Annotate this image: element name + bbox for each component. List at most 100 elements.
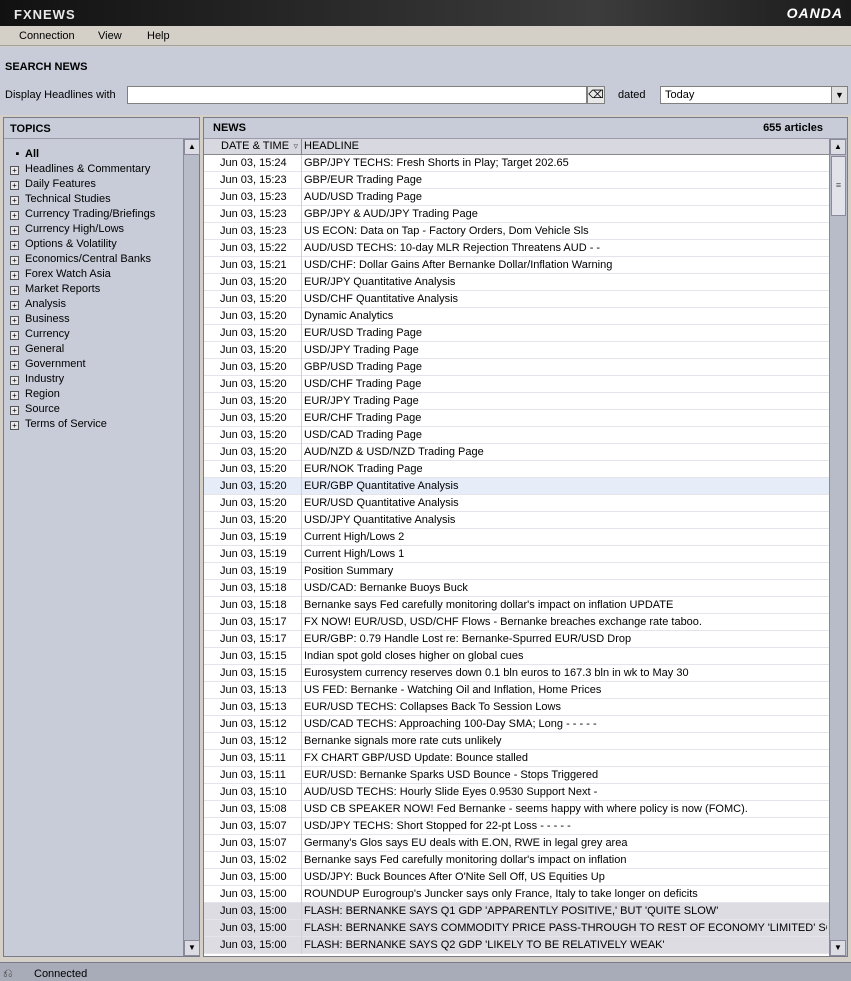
- topic-item[interactable]: + Terms of Service: [4, 417, 184, 432]
- expand-icon[interactable]: +: [10, 211, 19, 220]
- expand-icon[interactable]: +: [10, 241, 19, 250]
- expand-icon[interactable]: +: [10, 301, 19, 310]
- scroll-down-icon[interactable]: ▼: [184, 940, 200, 956]
- topic-item[interactable]: + Government: [4, 357, 184, 372]
- news-row[interactable]: Jun 03, 15:11 EUR/USD: Bernanke Sparks US…: [204, 767, 829, 784]
- topic-item[interactable]: + Source: [4, 402, 184, 417]
- news-row[interactable]: Jun 03, 15:02 Bernanke says Fed carefully…: [204, 852, 829, 869]
- topic-item[interactable]: + Business: [4, 312, 184, 327]
- topic-item[interactable]: + Currency Trading/Briefings: [4, 207, 184, 222]
- news-row[interactable]: Jun 03, 15:24 GBP/JPY TECHS: Fresh Shorts…: [204, 155, 829, 172]
- news-row[interactable]: Jun 03, 15:15 Eurosystem currency reserve…: [204, 665, 829, 682]
- topic-item[interactable]: + Region: [4, 387, 184, 402]
- news-row[interactable]: Jun 03, 15:20 EUR/JPY Quantitative Analys…: [204, 274, 829, 291]
- news-row[interactable]: Jun 03, 15:11 FX CHART GBP/USD Update: Bo…: [204, 750, 829, 767]
- menu-help[interactable]: Help: [147, 30, 170, 42]
- clear-search-icon[interactable]: ⌫: [587, 86, 605, 104]
- news-row[interactable]: Jun 03, 15:00 ROUNDUP Eurogroup's Juncker…: [204, 886, 829, 903]
- news-row[interactable]: Jun 03, 15:23 GBP/EUR Trading Page: [204, 172, 829, 189]
- expand-icon[interactable]: +: [10, 181, 19, 190]
- dated-select[interactable]: Today ▼: [660, 86, 848, 104]
- news-row[interactable]: Jun 03, 15:20 Dynamic Analytics: [204, 308, 829, 325]
- news-row[interactable]: Jun 03, 15:20 USD/JPY Quantitative Analys…: [204, 512, 829, 529]
- news-row[interactable]: Jun 03, 15:00 FLASH: BERNANKE SAYS Q1 GDP…: [204, 903, 829, 920]
- expand-icon[interactable]: +: [10, 226, 19, 235]
- column-headline[interactable]: HEADLINE: [304, 139, 359, 154]
- news-row[interactable]: Jun 03, 15:20 EUR/USD Trading Page: [204, 325, 829, 342]
- expand-icon[interactable]: +: [10, 316, 19, 325]
- expand-icon[interactable]: +: [10, 421, 19, 430]
- menu-view[interactable]: View: [98, 30, 122, 42]
- news-row[interactable]: Jun 03, 15:07 USD/JPY TECHS: Short Stoppe…: [204, 818, 829, 835]
- news-row[interactable]: Jun 03, 15:00 FLASH: BERNANKE SAYS COMMOD…: [204, 920, 829, 937]
- expand-icon[interactable]: +: [10, 256, 19, 265]
- news-row[interactable]: Jun 03, 15:20 EUR/GBP Quantitative Analys…: [204, 478, 829, 495]
- news-row[interactable]: Jun 03, 15:20 EUR/JPY Trading Page: [204, 393, 829, 410]
- scroll-down-icon[interactable]: ▼: [830, 940, 846, 956]
- news-row[interactable]: Jun 03, 15:21 USD/CHF: Dollar Gains After…: [204, 257, 829, 274]
- topic-item[interactable]: + Market Reports: [4, 282, 184, 297]
- news-row[interactable]: Jun 03, 15:00 FLASH: BERNANKE SAYS Q2 GDP…: [204, 937, 829, 954]
- news-row[interactable]: Jun 03, 15:22 AUD/USD TECHS: 10-day MLR R…: [204, 240, 829, 257]
- topic-item[interactable]: + General: [4, 342, 184, 357]
- topic-item[interactable]: + Economics/Central Banks: [4, 252, 184, 267]
- news-row[interactable]: Jun 03, 15:20 USD/JPY Trading Page: [204, 342, 829, 359]
- news-row[interactable]: Jun 03, 15:20 GBP/USD Trading Page: [204, 359, 829, 376]
- expand-icon[interactable]: +: [10, 196, 19, 205]
- news-row[interactable]: Jun 03, 15:20 EUR/CHF Trading Page: [204, 410, 829, 427]
- news-row[interactable]: Jun 03, 15:19 Current High/Lows 2: [204, 529, 829, 546]
- news-row[interactable]: Jun 03, 15:19 Position Summary: [204, 563, 829, 580]
- news-row[interactable]: Jun 03, 15:00 USD/JPY: Buck Bounces After…: [204, 869, 829, 886]
- expand-icon[interactable]: +: [10, 166, 19, 175]
- scroll-up-icon[interactable]: ▲: [184, 139, 200, 155]
- search-input[interactable]: [127, 86, 587, 104]
- expand-icon[interactable]: +: [10, 391, 19, 400]
- column-date-time[interactable]: DATE & TIME ▿: [204, 139, 302, 155]
- expand-icon[interactable]: +: [10, 331, 19, 340]
- topic-all[interactable]: ▪ All: [4, 147, 184, 162]
- scroll-up-icon[interactable]: ▲: [830, 139, 846, 155]
- topic-item[interactable]: + Technical Studies: [4, 192, 184, 207]
- news-row[interactable]: Jun 03, 15:18 USD/CAD: Bernanke Buoys Buc…: [204, 580, 829, 597]
- news-row[interactable]: Jun 03, 15:10 AUD/USD TECHS: Hourly Slide…: [204, 784, 829, 801]
- topics-scrollbar[interactable]: ▲ ▼: [183, 139, 200, 956]
- expand-icon[interactable]: +: [10, 286, 19, 295]
- news-row[interactable]: Jun 03, 15:18 Bernanke says Fed carefully…: [204, 597, 829, 614]
- news-row[interactable]: Jun 03, 15:13 US FED: Bernanke - Watching…: [204, 682, 829, 699]
- news-row[interactable]: Jun 03, 15:15 Indian spot gold closes hig…: [204, 648, 829, 665]
- expand-icon[interactable]: +: [10, 271, 19, 280]
- expand-icon[interactable]: +: [10, 376, 19, 385]
- news-row[interactable]: Jun 03, 15:13 EUR/USD TECHS: Collapses Ba…: [204, 699, 829, 716]
- scroll-thumb[interactable]: ≡: [831, 156, 846, 216]
- menu-connection[interactable]: Connection: [19, 30, 75, 42]
- news-row[interactable]: Jun 03, 15:23 GBP/JPY & AUD/JPY Trading P…: [204, 206, 829, 223]
- topic-item[interactable]: + Headlines & Commentary: [4, 162, 184, 177]
- news-row[interactable]: Jun 03, 15:23 US ECON: Data on Tap - Fact…: [204, 223, 829, 240]
- chevron-down-icon[interactable]: ▼: [831, 87, 847, 103]
- expand-icon[interactable]: +: [10, 406, 19, 415]
- news-row[interactable]: Jun 03, 15:12 Bernanke signals more rate …: [204, 733, 829, 750]
- news-row[interactable]: Jun 03, 15:20 AUD/NZD & USD/NZD Trading P…: [204, 444, 829, 461]
- filter-icon[interactable]: ▿: [293, 139, 298, 154]
- news-row[interactable]: Jun 03, 15:23 AUD/USD Trading Page: [204, 189, 829, 206]
- expand-icon[interactable]: +: [10, 361, 19, 370]
- topic-item[interactable]: + Options & Volatility: [4, 237, 184, 252]
- news-row[interactable]: Jun 03, 15:20 USD/CHF Quantitative Analys…: [204, 291, 829, 308]
- news-row[interactable]: Jun 03, 15:17 FX NOW! EUR/USD, USD/CHF Fl…: [204, 614, 829, 631]
- topic-item[interactable]: + Industry: [4, 372, 184, 387]
- topic-item[interactable]: + Daily Features: [4, 177, 184, 192]
- topic-item[interactable]: + Currency High/Lows: [4, 222, 184, 237]
- news-row[interactable]: Jun 03, 15:20 USD/CAD Trading Page: [204, 427, 829, 444]
- topic-item[interactable]: + Analysis: [4, 297, 184, 312]
- news-row[interactable]: Jun 03, 15:20 EUR/NOK Trading Page: [204, 461, 829, 478]
- news-row[interactable]: Jun 03, 15:07 Germany's Glos says EU deal…: [204, 835, 829, 852]
- topic-item[interactable]: + Forex Watch Asia: [4, 267, 184, 282]
- news-row[interactable]: Jun 03, 15:17 EUR/GBP: 0.79 Handle Lost r…: [204, 631, 829, 648]
- news-scrollbar[interactable]: ▲ ≡ ▼: [829, 139, 847, 956]
- expand-icon[interactable]: +: [10, 346, 19, 355]
- topic-item[interactable]: + Currency: [4, 327, 184, 342]
- news-row[interactable]: Jun 03, 15:20 EUR/USD Quantitative Analys…: [204, 495, 829, 512]
- news-row[interactable]: Jun 03, 15:19 Current High/Lows 1: [204, 546, 829, 563]
- news-row[interactable]: Jun 03, 15:20 USD/CHF Trading Page: [204, 376, 829, 393]
- news-row[interactable]: Jun 03, 15:12 USD/CAD TECHS: Approaching …: [204, 716, 829, 733]
